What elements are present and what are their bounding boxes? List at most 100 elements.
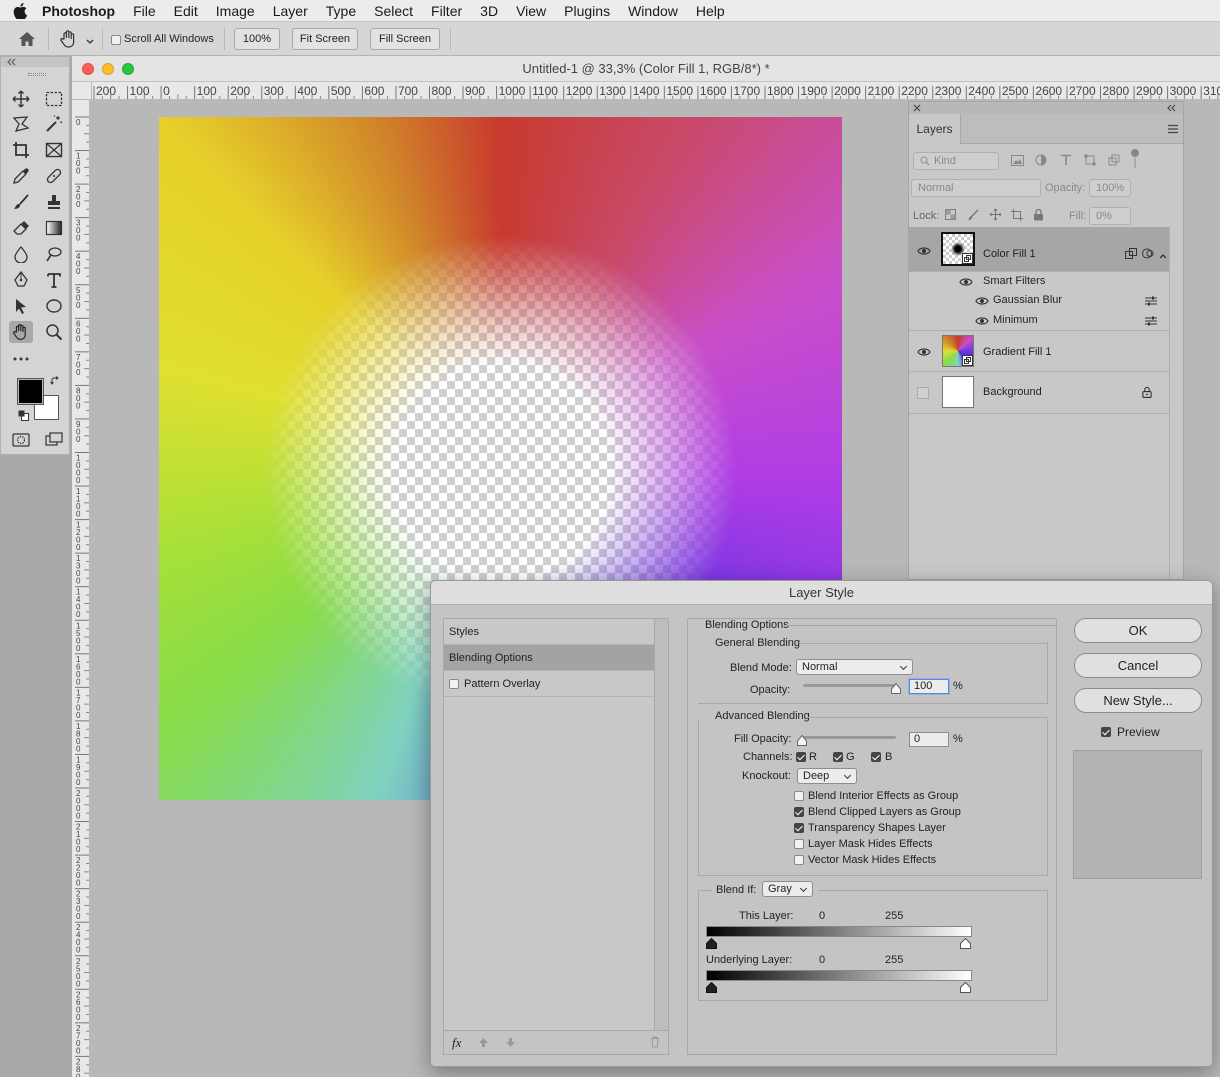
- channel-g-checkbox[interactable]: [833, 752, 843, 762]
- filter-row-gaussian-blur[interactable]: Gaussian Blur: [909, 291, 1169, 310]
- layer-mask-hides-effects-checkbox[interactable]: [794, 839, 804, 849]
- menu-image[interactable]: Image: [207, 0, 264, 22]
- ok-button[interactable]: OK: [1074, 618, 1202, 643]
- blend-clipped-layers-checkbox[interactable]: [794, 807, 804, 817]
- ruler-origin[interactable]: [72, 82, 92, 100]
- zoom-100-button[interactable]: 100%: [234, 28, 280, 50]
- lock-pixels-icon[interactable]: [967, 209, 979, 224]
- styles-list-scrollbar[interactable]: [654, 619, 668, 1030]
- layer-row-gradient-fill-1[interactable]: Gradient Fill 1: [909, 331, 1169, 372]
- smart-filters-row[interactable]: Smart Filters: [909, 272, 1169, 291]
- brush-tool-icon[interactable]: [9, 191, 33, 213]
- menu-edit[interactable]: Edit: [165, 0, 207, 22]
- layer-blend-mode-select[interactable]: Normal: [911, 179, 1041, 197]
- healing-brush-tool-icon[interactable]: [42, 165, 66, 187]
- menu-plugins[interactable]: Plugins: [555, 0, 619, 22]
- this-layer-white-handle[interactable]: [960, 937, 971, 952]
- screen-mode-icon[interactable]: [42, 429, 66, 451]
- layer-filter-kind[interactable]: Kind: [913, 152, 999, 170]
- ellipse-tool-icon[interactable]: [42, 295, 66, 317]
- path-selection-tool-icon[interactable]: [9, 295, 33, 317]
- menu-3d[interactable]: 3D: [471, 0, 507, 22]
- layers-panel-header[interactable]: [909, 102, 1183, 114]
- blend-if-select[interactable]: Gray: [762, 881, 813, 897]
- opacity-slider-handle[interactable]: [891, 682, 901, 697]
- layer-opacity-input[interactable]: 100%: [1089, 179, 1131, 197]
- lock-all-icon[interactable]: [1033, 208, 1044, 224]
- marquee-tool-icon[interactable]: [42, 88, 66, 110]
- zoom-tool-icon[interactable]: [42, 321, 66, 343]
- tools-panel-header[interactable]: [1, 57, 69, 67]
- horizontal-ruler[interactable]: 200 100 0 100 200 300 400 500 600 700 800 900 1000 11…: [92, 82, 1220, 100]
- blend-interior-effects-checkbox[interactable]: [794, 791, 804, 801]
- dodge-tool-icon[interactable]: [42, 243, 66, 265]
- crop-tool-icon[interactable]: [9, 139, 33, 161]
- underlying-layer-white-handle[interactable]: [960, 981, 971, 996]
- blend-mode-select[interactable]: Normal: [796, 659, 913, 675]
- panel-menu-icon[interactable]: [1167, 124, 1179, 134]
- apple-menu-icon[interactable]: [0, 0, 40, 22]
- eyedropper-tool-icon[interactable]: [9, 165, 33, 187]
- menu-type[interactable]: Type: [317, 0, 365, 22]
- visibility-eye-icon[interactable]: [975, 316, 989, 326]
- filter-smart-object-icon[interactable]: [1108, 154, 1120, 169]
- blur-tool-icon[interactable]: [9, 243, 33, 265]
- blending-options-item[interactable]: Blending Options: [444, 645, 654, 671]
- filter-pixel-icon[interactable]: [1011, 155, 1024, 169]
- menu-filter[interactable]: Filter: [422, 0, 471, 22]
- fill-opacity-slider-handle[interactable]: [797, 734, 807, 749]
- document-title-bar[interactable]: Untitled-1 @ 33,3% (Color Fill 1, RGB/8*…: [72, 56, 1220, 82]
- menu-window[interactable]: Window: [619, 0, 687, 22]
- filter-toggle[interactable]: [1131, 149, 1139, 169]
- menu-view[interactable]: View: [507, 0, 555, 22]
- default-colors-icon[interactable]: [18, 410, 29, 424]
- more-tools-icon[interactable]: [9, 348, 33, 370]
- filter-blending-options-icon[interactable]: [1145, 296, 1157, 309]
- filter-shape-icon[interactable]: [1084, 154, 1096, 169]
- collapse-filters-chevron-icon[interactable]: [1159, 250, 1167, 262]
- lasso-tool-icon[interactable]: [9, 113, 33, 135]
- move-down-icon[interactable]: [505, 1037, 516, 1051]
- foreground-color-swatch[interactable]: [17, 378, 44, 405]
- magic-wand-tool-icon[interactable]: [42, 113, 66, 135]
- visibility-eye-icon[interactable]: [959, 277, 973, 287]
- close-panel-icon[interactable]: [913, 104, 921, 112]
- menu-app[interactable]: Photoshop: [40, 0, 124, 22]
- menu-help[interactable]: Help: [687, 0, 734, 22]
- hand-tool-preset-icon[interactable]: [58, 29, 80, 52]
- fx-button[interactable]: fx: [452, 1035, 461, 1051]
- frame-tool-icon[interactable]: [42, 139, 66, 161]
- delete-effect-icon[interactable]: [650, 1036, 660, 1051]
- hand-tool-icon[interactable]: [9, 321, 33, 343]
- scroll-all-windows-checkbox[interactable]: [111, 35, 121, 45]
- chevron-down-icon[interactable]: [86, 36, 94, 48]
- channel-b-checkbox[interactable]: [871, 752, 881, 762]
- filter-row-minimum[interactable]: Minimum: [909, 310, 1169, 331]
- cancel-button[interactable]: Cancel: [1074, 653, 1202, 678]
- menu-layer[interactable]: Layer: [264, 0, 317, 22]
- gradient-tool-icon[interactable]: [42, 217, 66, 239]
- pattern-overlay-item[interactable]: Pattern Overlay: [444, 671, 654, 697]
- quick-mask-icon[interactable]: [9, 429, 33, 451]
- opacity-slider-track[interactable]: [803, 684, 898, 687]
- lock-artboard-icon[interactable]: [1011, 209, 1023, 224]
- this-layer-black-handle[interactable]: [706, 937, 717, 952]
- fill-screen-button[interactable]: Fill Screen: [370, 28, 440, 50]
- layer-row-background[interactable]: Background: [909, 372, 1169, 414]
- transparency-shapes-layer-checkbox[interactable]: [794, 823, 804, 833]
- visibility-toggle-off[interactable]: [917, 387, 929, 399]
- visibility-eye-icon[interactable]: [917, 246, 931, 256]
- home-icon[interactable]: [18, 31, 36, 50]
- menu-select[interactable]: Select: [365, 0, 422, 22]
- underlying-layer-black-handle[interactable]: [706, 981, 717, 996]
- visibility-eye-icon[interactable]: [975, 296, 989, 306]
- pen-tool-icon[interactable]: [9, 269, 33, 291]
- eraser-tool-icon[interactable]: [9, 217, 33, 239]
- layer-row-color-fill-1[interactable]: Color Fill 1: [909, 228, 1169, 272]
- opacity-input[interactable]: 100: [909, 679, 949, 694]
- filter-adjustment-icon[interactable]: [1035, 154, 1047, 169]
- fill-opacity-input[interactable]: 0: [909, 732, 949, 747]
- type-tool-icon[interactable]: [42, 269, 66, 291]
- lock-transparent-icon[interactable]: [945, 209, 956, 223]
- knockout-select[interactable]: Deep: [797, 768, 857, 784]
